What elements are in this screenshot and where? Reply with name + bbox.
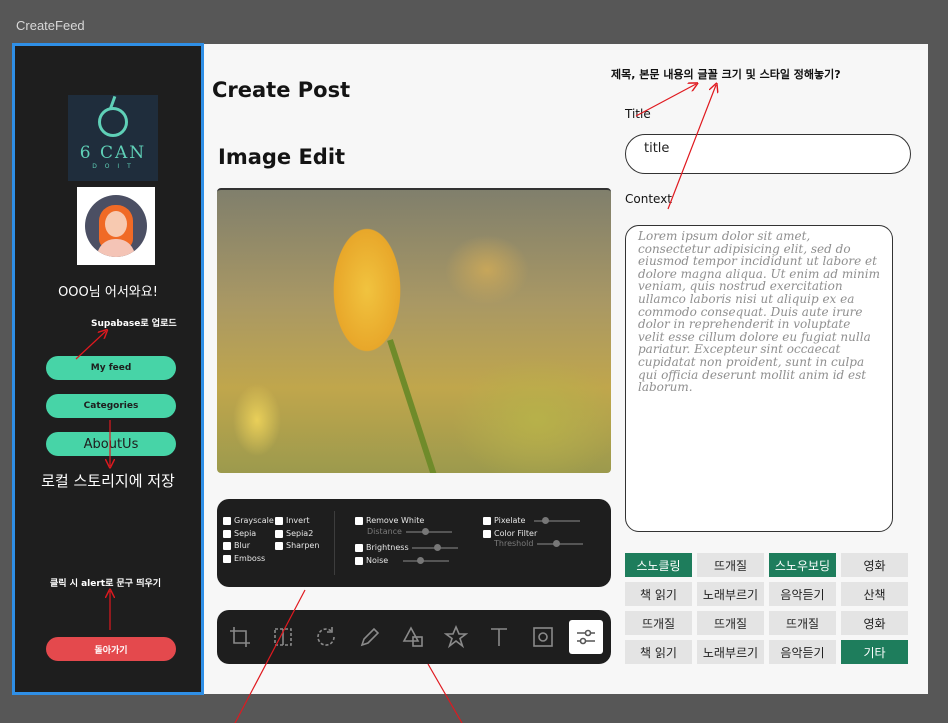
title-input[interactable]: title <box>625 134 911 174</box>
my-feed-button[interactable]: My feed <box>46 356 176 380</box>
noise-checkbox[interactable]: Noise <box>355 556 450 565</box>
sepia-checkbox[interactable]: Sepia <box>223 529 256 538</box>
distance-slider[interactable]: Distance <box>367 527 452 536</box>
rotate-icon[interactable] <box>309 620 343 654</box>
blur-checkbox[interactable]: Blur <box>223 541 250 550</box>
supabase-note: Supabase로 업로드 <box>91 319 177 329</box>
avatar-image <box>85 195 147 257</box>
page-title: Create Post <box>212 78 351 102</box>
tag-grid: 스노클링 뜨개질 스노우보딩 영화 책 읽기 노래부르기 음악듣기 산책 뜨개질 뜨개질 뜨개질 영화… <box>625 553 909 664</box>
pixelate-checkbox[interactable]: Pixelate <box>483 516 581 525</box>
avatar <box>77 187 155 265</box>
sharpen-checkbox[interactable]: Sharpen <box>275 541 319 550</box>
back-button[interactable]: 돌아가기 <box>46 637 176 661</box>
tag-button[interactable]: 노래부르기 <box>697 640 764 664</box>
color-filter-checkbox[interactable]: Color Filter <box>483 529 537 538</box>
welcome-text: OOO님 어서와요! <box>58 285 158 300</box>
font-style-note: 제목, 본문 내용의 글꼴 크기 및 스타일 정해놓기? <box>611 68 841 81</box>
tag-button[interactable]: 기타 <box>841 640 908 664</box>
invert-checkbox[interactable]: Invert <box>275 516 310 525</box>
title-label: Title <box>625 107 651 121</box>
pencil-icon[interactable] <box>353 620 387 654</box>
tag-button[interactable]: 스노우보딩 <box>769 553 836 577</box>
text-icon[interactable] <box>482 620 516 654</box>
context-label: Context <box>625 192 673 206</box>
shapes-icon[interactable] <box>396 620 430 654</box>
tag-button[interactable]: 음악듣기 <box>769 582 836 606</box>
tag-button[interactable]: 노래부르기 <box>697 582 764 606</box>
post-image[interactable] <box>217 188 611 473</box>
tag-button[interactable]: 뜨개질 <box>625 611 692 635</box>
adjust-icon[interactable] <box>569 620 603 654</box>
tag-button[interactable]: 뜨개질 <box>697 553 764 577</box>
remove-white-checkbox[interactable]: Remove White <box>355 516 424 525</box>
logo-mark-icon <box>98 106 128 137</box>
tag-button[interactable]: 영화 <box>841 611 908 635</box>
logo-text: 6 CAN <box>79 142 147 163</box>
frame-title: CreateFeed <box>16 18 85 33</box>
tag-button[interactable]: 영화 <box>841 553 908 577</box>
tag-button[interactable]: 스노클링 <box>625 553 692 577</box>
filter-panel: Grayscale Invert Sepia Sepia2 Blur Sharp… <box>217 499 611 587</box>
tag-button[interactable]: 책 읽기 <box>625 640 692 664</box>
main-panel: Create Post Image Edit 제목, 본문 내용의 글꼴 크기 … <box>204 44 928 694</box>
frame-icon[interactable] <box>526 620 560 654</box>
tag-button[interactable]: 뜨개질 <box>697 611 764 635</box>
brightness-checkbox[interactable]: Brightness <box>355 543 458 552</box>
tag-button[interactable]: 음악듣기 <box>769 640 836 664</box>
editor-toolbar <box>217 610 611 664</box>
select-icon[interactable] <box>266 620 300 654</box>
about-us-button[interactable]: AboutUs <box>46 432 176 456</box>
tag-button[interactable]: 뜨개질 <box>769 611 836 635</box>
image-edit-title: Image Edit <box>218 145 346 169</box>
star-icon[interactable] <box>439 620 473 654</box>
crop-icon[interactable] <box>223 620 257 654</box>
categories-button[interactable]: Categories <box>46 394 176 418</box>
tag-button[interactable]: 산책 <box>841 582 908 606</box>
logo-tagline: D O I T <box>92 162 134 170</box>
sidebar: 6 CAN D O I T OOO님 어서와요! Supabase로 업로드 M… <box>12 43 204 695</box>
tag-button[interactable]: 책 읽기 <box>625 582 692 606</box>
threshold-slider[interactable]: Threshold <box>494 539 584 548</box>
local-storage-note: 로컬 스토리지에 저장 <box>41 472 175 490</box>
emboss-checkbox[interactable]: Emboss <box>223 554 265 563</box>
alert-note: 클릭 시 alert로 문구 띄우기 <box>50 579 162 589</box>
logo: 6 CAN D O I T <box>68 95 158 181</box>
grayscale-checkbox[interactable]: Grayscale <box>223 516 274 525</box>
context-textarea[interactable]: Lorem ipsum dolor sit amet, consectetur … <box>625 225 893 532</box>
sepia2-checkbox[interactable]: Sepia2 <box>275 529 313 538</box>
